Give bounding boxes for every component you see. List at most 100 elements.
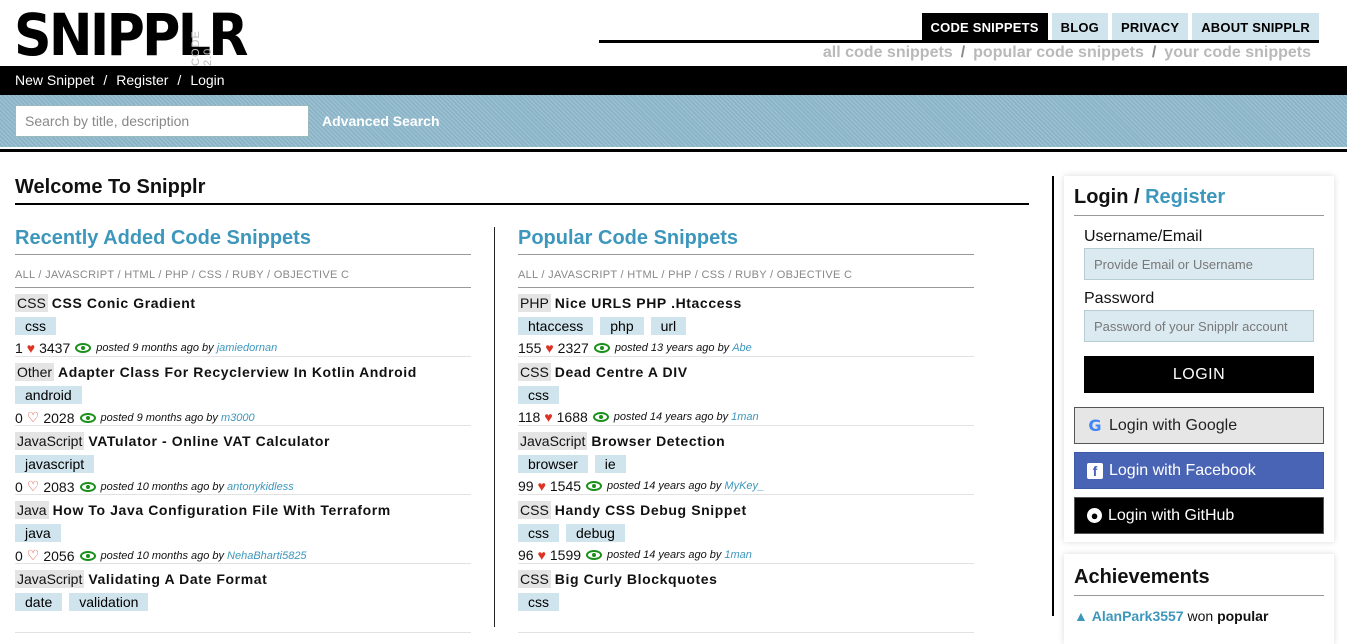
tag-chip[interactable]: css (518, 524, 559, 542)
recent-title[interactable]: Recently Added Code Snippets (15, 227, 471, 255)
achievement-user[interactable]: AlanPark3557 (1092, 608, 1184, 624)
filter-objective-c[interactable]: OBJECTIVE C (777, 269, 852, 281)
filter-all[interactable]: ALL (15, 269, 35, 281)
subnav-all[interactable]: all code snippets (823, 44, 953, 61)
filter-php[interactable]: PHP (668, 269, 691, 281)
heart-icon[interactable]: ♡ (27, 478, 40, 495)
author-link[interactable]: 1man (724, 549, 752, 561)
snippet-title-link[interactable]: Big Curly Blockquotes (555, 571, 718, 587)
github-login-button[interactable]: ● Login with GitHub (1074, 497, 1324, 534)
register-link[interactable]: Register (116, 72, 168, 88)
heart-icon[interactable]: ♡ (27, 409, 40, 426)
eye-icon (79, 550, 96, 561)
filter-php[interactable]: PHP (165, 269, 188, 281)
language-badge[interactable]: CSS (518, 501, 551, 519)
filter-javascript[interactable]: JAVASCRIPT (45, 269, 114, 281)
snippet-meta: 1 ♥ 3437 posted 9 months ago by jamiedornan (15, 340, 471, 356)
heart-icon[interactable]: ♥ (27, 340, 35, 356)
filter-objective-c[interactable]: OBJECTIVE C (274, 269, 349, 281)
tag-chip[interactable]: ie (594, 455, 626, 473)
tag-chip[interactable]: css (518, 386, 559, 404)
author-link[interactable]: Abe (732, 342, 752, 354)
subnav-yours[interactable]: your code snippets (1164, 44, 1311, 61)
heart-icon[interactable]: ♥ (538, 478, 546, 494)
language-badge[interactable]: JavaScript (518, 432, 588, 450)
snippet-title-row: Other Adapter Class For Recyclerview In K… (15, 363, 471, 381)
password-field[interactable] (1084, 310, 1314, 342)
nav-code-snippets[interactable]: CODE SNIPPETS (921, 13, 1048, 42)
tag-chip[interactable]: browser (518, 455, 588, 473)
new-snippet-link[interactable]: New Snippet (15, 72, 94, 88)
heart-icon[interactable]: ♥ (538, 547, 546, 563)
top-nav-divider (599, 40, 1319, 43)
tag-chip[interactable]: android (15, 386, 82, 404)
language-badge[interactable]: CSS (15, 294, 48, 312)
tag-chip[interactable]: css (518, 593, 559, 611)
tag-chip[interactable]: htaccess (518, 317, 594, 335)
snippet-row: Java How To Java Configuration File With … (15, 495, 471, 564)
snippet-title-link[interactable]: VATulator - Online VAT Calculator (88, 433, 330, 449)
language-badge[interactable]: PHP (518, 294, 551, 312)
tag-chip[interactable]: url (650, 317, 687, 335)
snippet-title-link[interactable]: How To Java Configuration File With Terr… (53, 502, 391, 518)
snippet-title-link[interactable]: Nice URLS PHP .Htaccess (555, 295, 742, 311)
band-divider (0, 149, 1347, 152)
view-count: 2028 (43, 409, 75, 426)
snippet-title-link[interactable]: Dead Centre A DIV (555, 364, 688, 380)
author-link[interactable]: MyKey_ (724, 480, 764, 492)
filter-all[interactable]: ALL (518, 269, 538, 281)
language-badge[interactable]: CSS (518, 570, 551, 588)
author-link[interactable]: m3000 (221, 412, 255, 424)
language-badge[interactable]: JavaScript (15, 432, 85, 450)
heart-icon[interactable]: ♡ (27, 547, 40, 564)
advanced-search-link[interactable]: Advanced Search (322, 113, 440, 129)
filter-css[interactable]: CSS (199, 269, 223, 281)
filter-ruby[interactable]: RUBY (735, 269, 767, 281)
author-link[interactable]: antonykidless (227, 481, 294, 493)
tag-chip[interactable]: validation (69, 593, 149, 611)
snippet-title-link[interactable]: Browser Detection (591, 433, 725, 449)
search-input[interactable] (15, 105, 309, 137)
author-link[interactable]: 1man (731, 411, 759, 423)
filter-html[interactable]: HTML (627, 269, 658, 281)
login-panel: Login / Register Username/Email Password… (1064, 176, 1334, 542)
snippet-title-link[interactable]: CSS Conic Gradient (52, 295, 196, 311)
language-badge[interactable]: CSS (518, 363, 551, 381)
username-field[interactable] (1084, 248, 1314, 280)
register-heading-link[interactable]: Register (1145, 186, 1225, 208)
tag-chip[interactable]: java (15, 524, 61, 542)
login-button[interactable]: LOGIN (1084, 356, 1314, 393)
snippet-title-link[interactable]: Handy CSS Debug Snippet (555, 502, 747, 518)
nav-blog[interactable]: BLOG (1051, 13, 1108, 42)
subnav-popular[interactable]: popular code snippets (973, 44, 1144, 61)
snippet-title-link[interactable]: Adapter Class For Recyclerview In Kotlin… (58, 364, 417, 380)
language-badge[interactable]: JavaScript (15, 570, 85, 588)
filter-css[interactable]: CSS (702, 269, 726, 281)
login-heading: Login (1074, 186, 1129, 208)
language-badge[interactable]: Java (15, 501, 49, 519)
tag-chip[interactable]: debug (566, 524, 625, 542)
snippet-title-link[interactable]: Validating A Date Format (88, 571, 267, 587)
login-link[interactable]: Login (190, 72, 224, 88)
google-login-button[interactable]: G Login with Google (1074, 407, 1324, 444)
nav-privacy[interactable]: PRIVACY (1111, 13, 1189, 42)
author-link[interactable]: jamiedornan (217, 342, 278, 354)
nav-about[interactable]: ABOUT SNIPPLR (1192, 13, 1319, 42)
tag-chip[interactable]: php (600, 317, 644, 335)
language-badge[interactable]: Other (15, 363, 55, 381)
facebook-login-button[interactable]: f Login with Facebook (1074, 452, 1324, 489)
filter-html[interactable]: HTML (124, 269, 155, 281)
author-link[interactable]: NehaBharti5825 (227, 550, 307, 562)
filter-javascript[interactable]: JAVASCRIPT (548, 269, 617, 281)
recent-filters: ALL / JAVASCRIPT / HTML / PHP / CSS / RU… (15, 255, 471, 288)
tag-chip[interactable]: javascript (15, 455, 95, 473)
filter-ruby[interactable]: RUBY (232, 269, 264, 281)
heart-icon[interactable]: ♥ (545, 340, 553, 356)
popular-title[interactable]: Popular Code Snippets (518, 227, 974, 255)
tag-chip[interactable]: date (15, 593, 63, 611)
eye-icon (79, 481, 96, 492)
google-login-label: Login with Google (1109, 416, 1238, 434)
heart-icon[interactable]: ♥ (544, 409, 552, 425)
tag-chip[interactable]: css (15, 317, 56, 335)
like-count: 0 (15, 478, 23, 495)
